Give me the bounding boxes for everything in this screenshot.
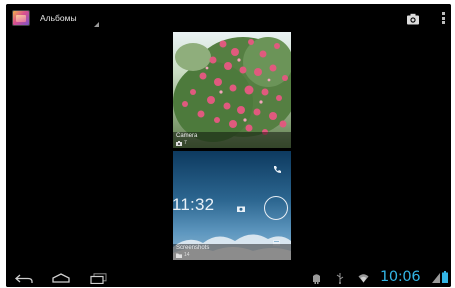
album-count: 14 (184, 252, 190, 258)
spinner-arrow-icon (94, 22, 99, 27)
wifi-icon (358, 274, 369, 283)
android-debug-icon (313, 274, 320, 284)
signal-icon (432, 273, 440, 283)
back-icon[interactable] (14, 274, 34, 284)
album-name: Screenshots (176, 245, 210, 251)
home-icon[interactable] (51, 273, 71, 283)
usb-icon (336, 273, 344, 284)
lockscreen-clock: 11:32 (173, 195, 215, 214)
album-screenshots[interactable]: 11:32 Screenshots 14 (173, 151, 291, 260)
battery-icon (442, 271, 448, 283)
status-clock: 10:06 (380, 269, 421, 285)
camera-icon (176, 141, 182, 146)
menu-dot (442, 21, 445, 24)
albums-spinner[interactable]: Альбомы (40, 9, 100, 29)
album-name: Camera (176, 133, 198, 139)
overflow-menu-icon (442, 12, 445, 15)
device-screen: Альбомы Camera 7 11:32 Screenshots 14 10… (6, 4, 451, 287)
action-bar: Альбомы (6, 4, 451, 32)
page-title: Альбомы (40, 13, 77, 23)
camera-icon (407, 13, 419, 25)
recent-apps-icon[interactable] (90, 273, 108, 284)
folder-icon (176, 253, 182, 258)
album-camera[interactable]: Camera 7 (173, 32, 291, 148)
album-count: 7 (184, 140, 187, 146)
camera-button[interactable] (406, 11, 420, 25)
system-bar: 10:06 (6, 269, 451, 287)
menu-dot (442, 16, 445, 20)
phone-icon (274, 166, 281, 173)
camera-icon (237, 206, 245, 212)
gallery-app-icon[interactable] (12, 10, 30, 26)
unlock-ring (264, 196, 288, 220)
album-thumbnail (173, 32, 291, 148)
overflow-menu-button[interactable] (440, 11, 446, 25)
